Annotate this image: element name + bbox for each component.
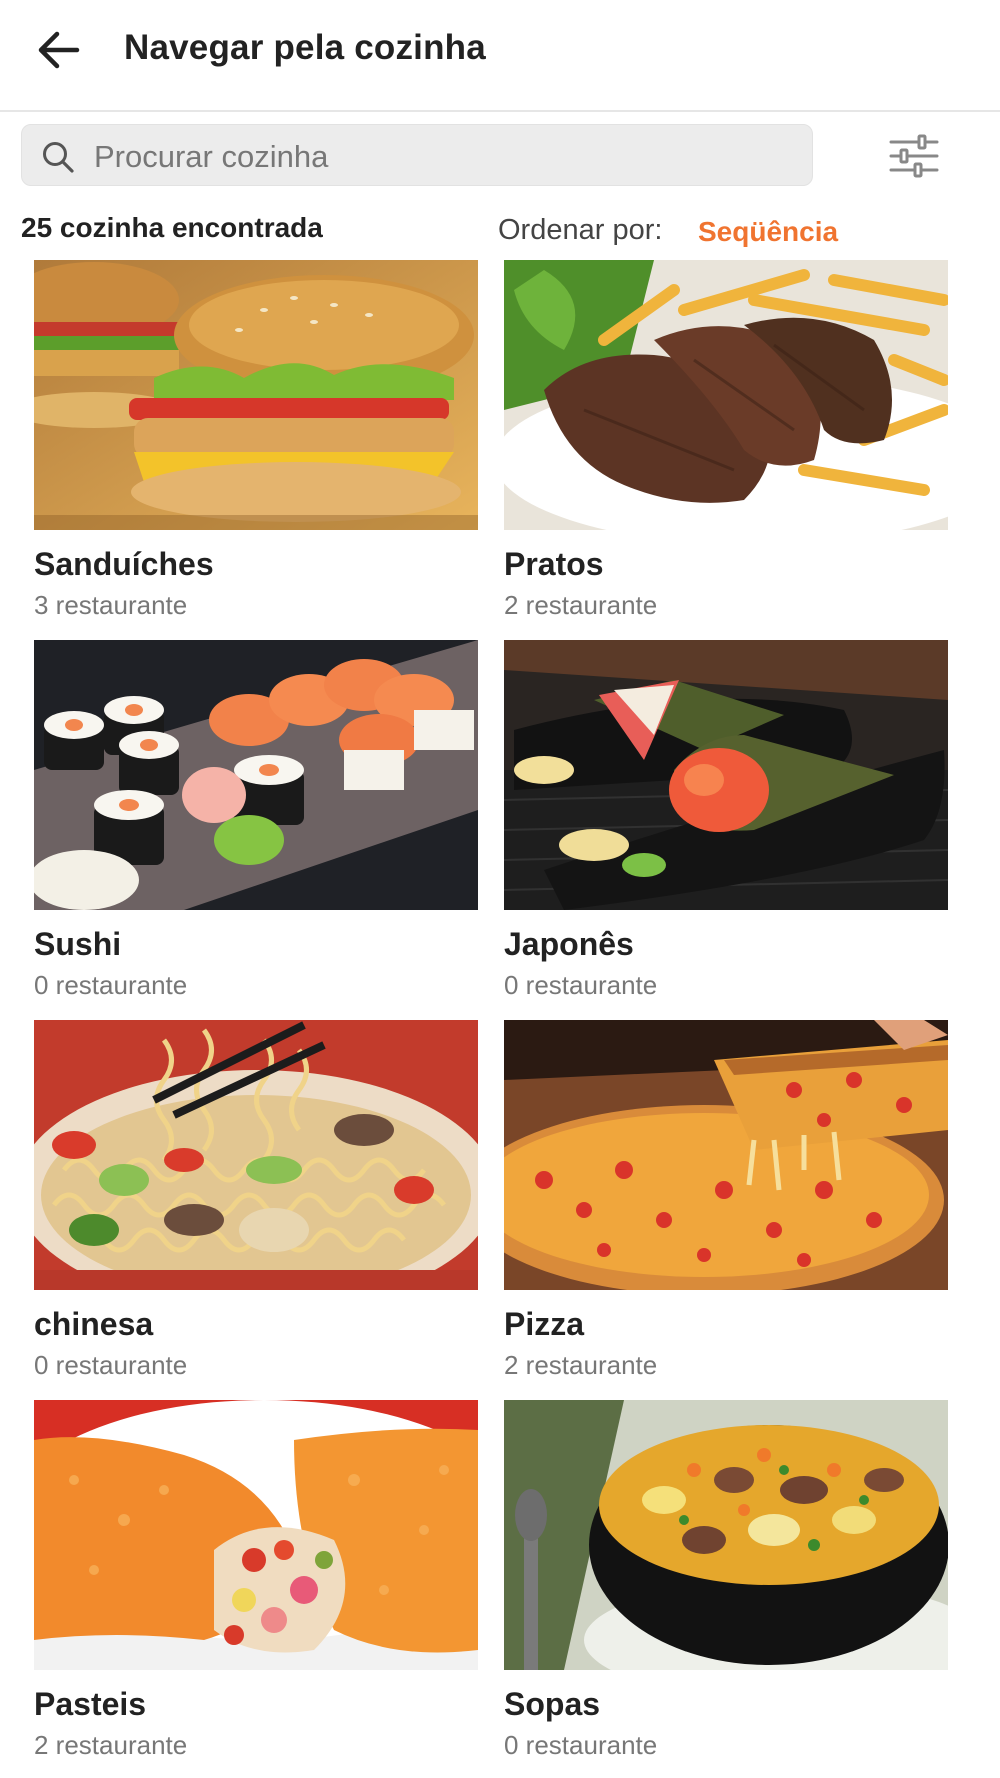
cuisine-name: Pratos [504, 546, 604, 582]
sort-label: Ordenar por: [498, 214, 663, 246]
restaurant-count: 0 restaurante [34, 970, 188, 1000]
filter-button[interactable] [884, 130, 944, 182]
cuisine-card[interactable]: Sopas 0 restaurante [504, 1400, 948, 1762]
page-title: Navegar pela cozinha [124, 28, 486, 67]
restaurant-count: 2 restaurante [504, 1350, 658, 1380]
sort-dropdown[interactable]: Seqüência [698, 216, 838, 248]
cuisine-name: Pizza [504, 1306, 585, 1342]
top-bar: Navegar pela cozinha [0, 0, 1000, 112]
cuisine-name: Japonês [504, 926, 634, 962]
restaurant-count: 0 restaurante [504, 1730, 658, 1760]
arrow-left-icon [38, 31, 80, 69]
sliders-icon [889, 134, 939, 178]
sushi-photo [34, 640, 478, 910]
search-icon [43, 142, 74, 173]
cuisine-card[interactable]: chinesa 0 restaurante [34, 1020, 478, 1382]
cuisine-name: chinesa [34, 1306, 154, 1342]
temaki-photo [504, 640, 948, 910]
cuisine-card[interactable]: Japonês 0 restaurante [504, 640, 948, 1002]
cuisine-card[interactable]: Pasteis 2 restaurante [34, 1400, 478, 1762]
restaurant-count: 2 restaurante [504, 590, 658, 620]
pastel-photo [34, 1400, 478, 1670]
cuisine-name: Pasteis [34, 1686, 147, 1722]
cuisine-card[interactable]: Pratos 2 restaurante [504, 260, 948, 622]
back-button[interactable] [30, 22, 86, 78]
restaurant-count: 2 restaurante [34, 1730, 188, 1760]
restaurant-count: 0 restaurante [34, 1350, 188, 1380]
cuisine-card[interactable]: Sanduíches 3 restaurante [34, 260, 478, 622]
noodles-photo [34, 1020, 478, 1290]
burger-photo [34, 260, 478, 530]
cuisine-name: Sushi [34, 926, 122, 962]
restaurant-count: 0 restaurante [504, 970, 658, 1000]
cuisine-grid: Sanduíches 3 restaurante Pratos 2 restau… [34, 260, 948, 1762]
cuisine-name: Sopas [504, 1686, 601, 1722]
search-bar[interactable] [21, 124, 813, 186]
cuisine-card[interactable]: Sushi 0 restaurante [34, 640, 478, 1002]
cuisine-name: Sanduíches [34, 546, 214, 582]
restaurant-count: 3 restaurante [34, 590, 188, 620]
steak-fries-photo [504, 260, 948, 530]
soup-photo [504, 1400, 948, 1670]
search-input[interactable] [92, 133, 796, 181]
results-count: 25 cozinha encontrada [21, 212, 323, 243]
pizza-photo [504, 1020, 948, 1290]
cuisine-card[interactable]: Pizza 2 restaurante [504, 1020, 948, 1382]
